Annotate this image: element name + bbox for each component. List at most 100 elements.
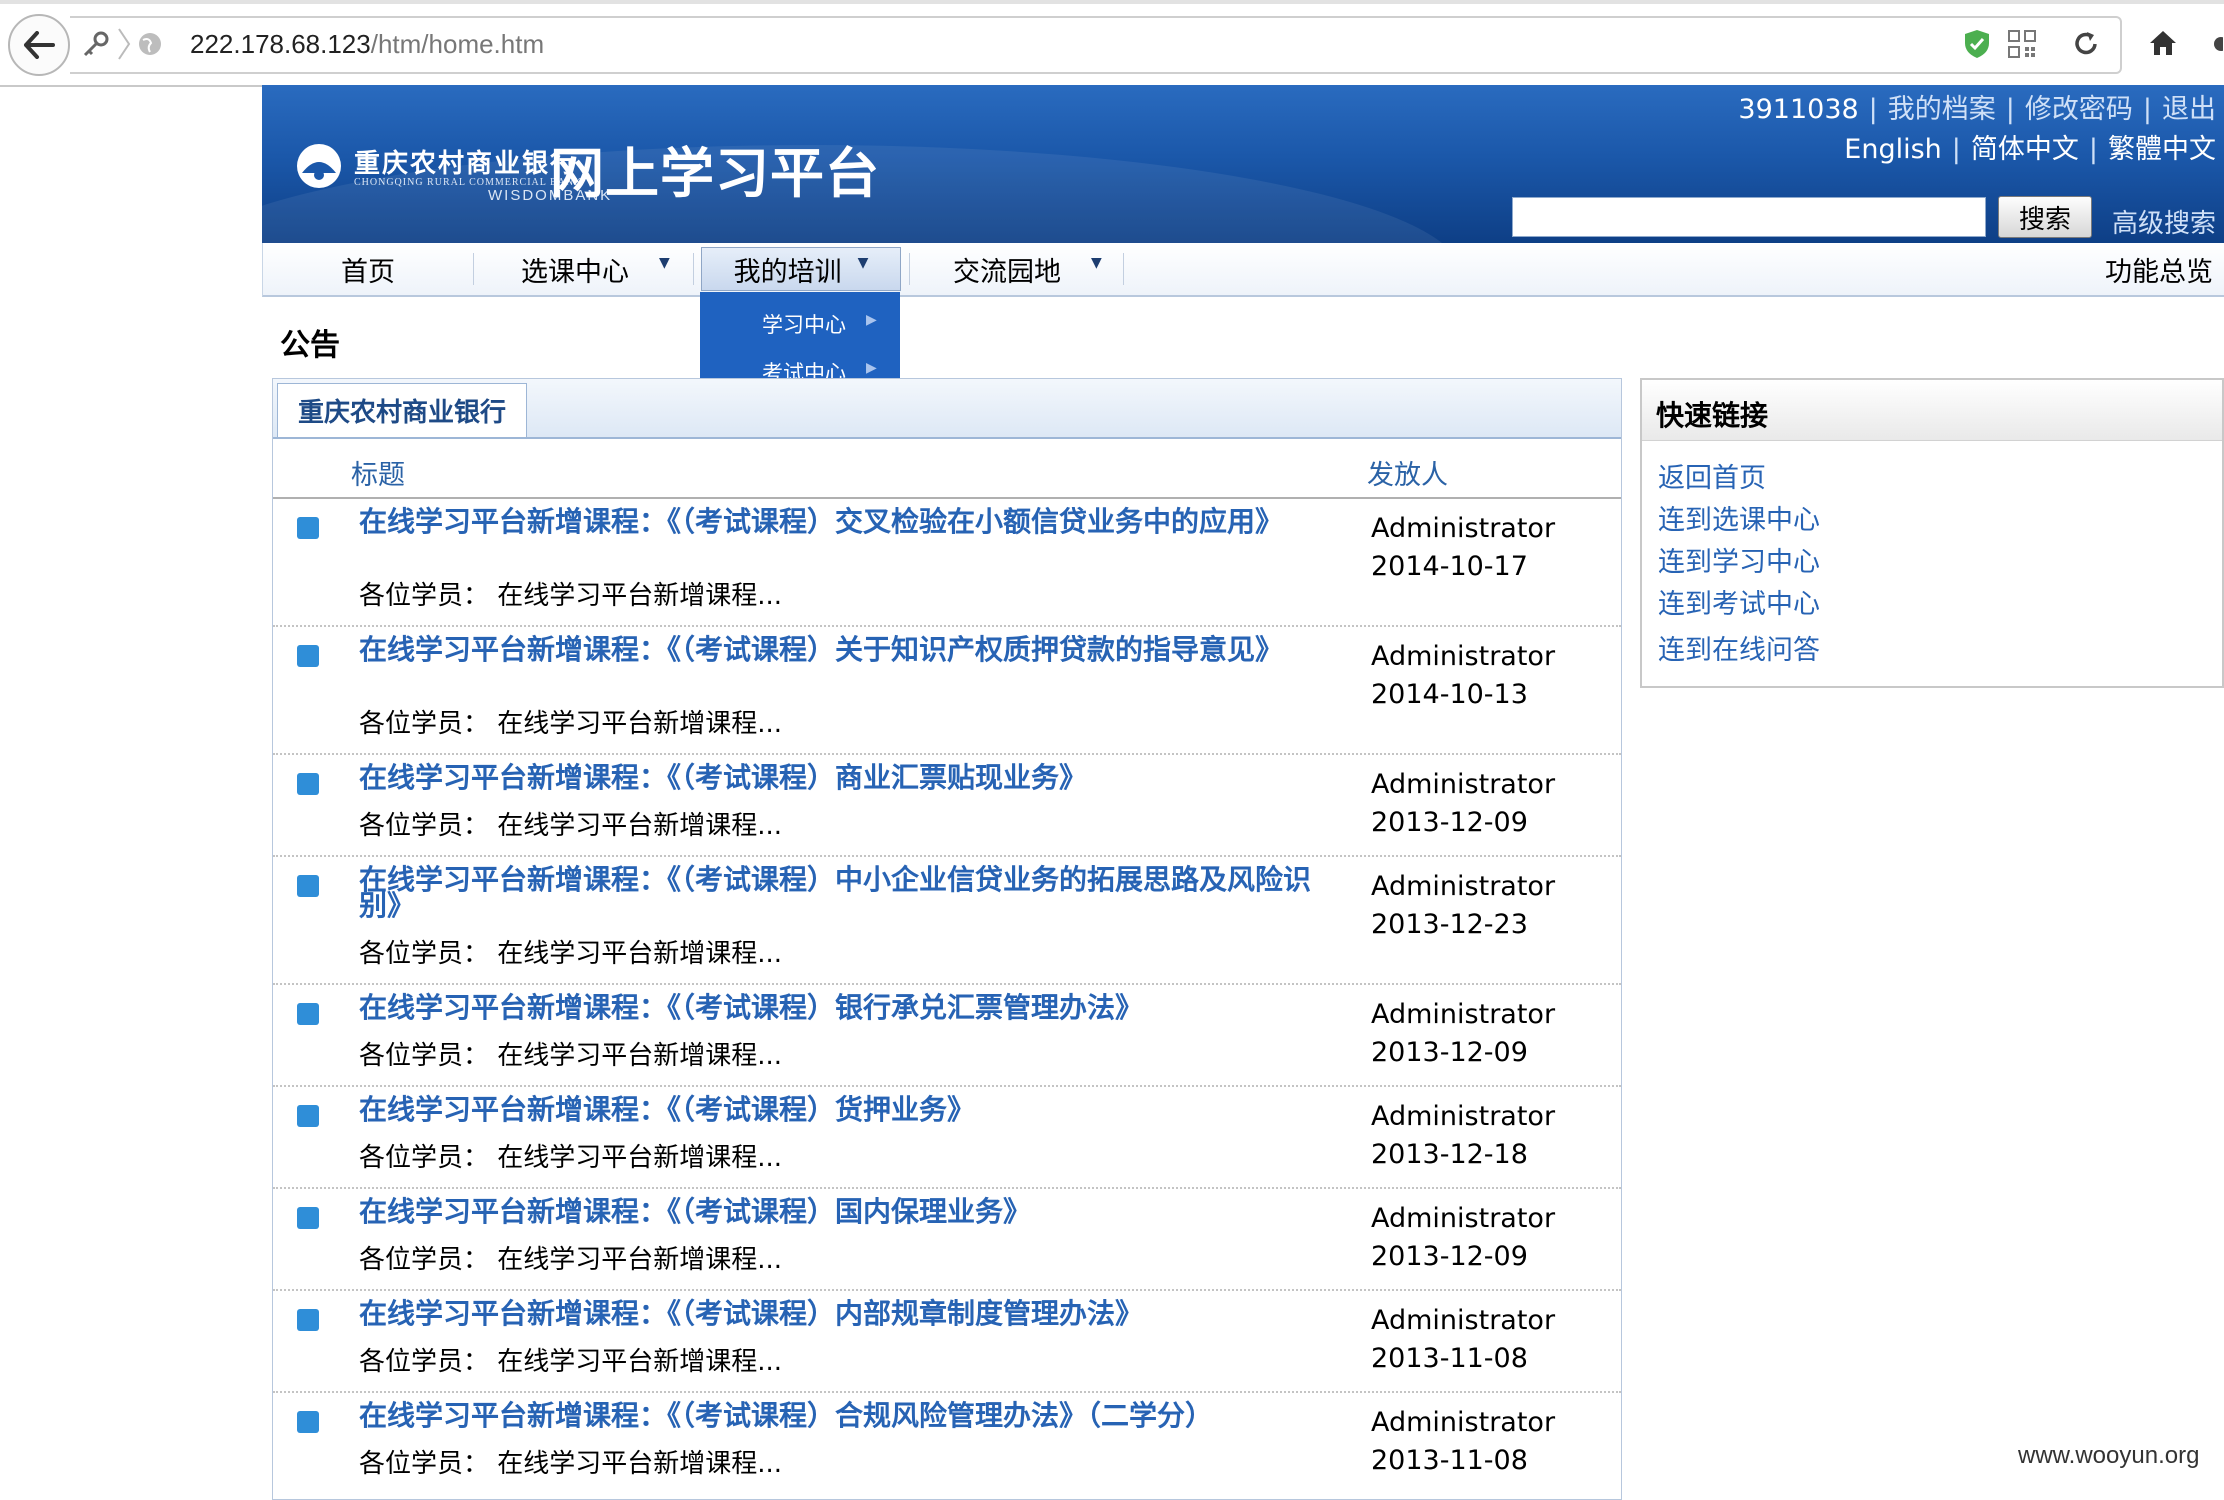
nav-community[interactable]: 交流园地 ▼ [953,243,1102,295]
advanced-search-link[interactable]: 高级搜索 [2112,203,2216,240]
nav-divider [693,253,694,285]
change-password-link[interactable]: 修改密码 [2025,94,2133,125]
announcement-icon [297,875,319,897]
nav-divider [1123,253,1124,285]
back-arrow-icon [24,31,55,59]
reload-icon[interactable] [2070,28,2102,60]
announcement-summary: 各位学员： 在线学习平台新增课程... [359,939,783,969]
announcement-date: 2013-11-08 [1371,1343,1528,1374]
announcement-icon [297,517,319,539]
announcement-sender: Administrator [1371,1203,1556,1234]
bank-logo-icon [297,144,341,188]
announcement-icon [297,645,319,667]
qr-code-icon[interactable] [2006,28,2038,60]
announcement-icon [297,1105,319,1127]
column-header-title[interactable]: 标题 [351,453,405,492]
announcement-title[interactable]: 在线学习平台新增课程：《（考试课程）银行承兑汇票管理办法》 [359,994,1319,1022]
lang-traditional-link[interactable]: 繁體中文 [2108,134,2216,165]
logout-link[interactable]: 退出 [2162,94,2216,125]
announcement-date: 2013-12-23 [1371,909,1528,940]
nav-home[interactable]: 首页 [341,243,395,295]
nav-my-training[interactable]: 我的培训 ▼ [701,247,901,291]
announcement-summary: 各位学员： 在线学习平台新增课程... [359,1245,783,1275]
announcement-sender: Administrator [1371,999,1556,1030]
announcement-sender: Administrator [1371,769,1556,800]
announcement-sender: Administrator [1371,513,1556,544]
search-button[interactable]: 搜索 [1998,196,2092,238]
announcement-table-header: 标题 发放人 [273,441,1621,499]
tab-strip-edge [0,0,2224,4]
quick-link-exam-center[interactable]: 连到考试中心 [1658,582,1820,621]
announcement-title[interactable]: 在线学习平台新增课程：《（考试课程）内部规章制度管理办法》 [359,1300,1319,1328]
nav-feature-overview[interactable]: 功能总览 [2105,243,2213,295]
user-links: 3911038 | 我的档案 | 修改密码 | 退出 [1738,94,2216,125]
announcement-date: 2013-12-09 [1371,1241,1528,1272]
quick-links-panel: 快速链接 返回首页 连到选课中心 连到学习中心 连到考试中心 连到在线问答 [1640,378,2224,688]
announcement-icon [297,1207,319,1229]
bank-name: 重庆农村商业银行 [354,149,579,179]
chevron-right-icon [116,26,132,62]
announcement-title[interactable]: 在线学习平台新增课程：《（考试课程）中小企业信贷业务的拓展思路及风险识别》 [359,866,1319,920]
announcement-title[interactable]: 在线学习平台新增课程：《（考试课程）国内保理业务》 [359,1198,1319,1226]
announcement-sender: Administrator [1371,871,1556,902]
watermark: www.wooyun.org [2018,1442,2200,1469]
announcement-summary: 各位学员： 在线学习平台新增课程... [359,1347,783,1377]
announcement-title[interactable]: 在线学习平台新增课程：《（考试课程）合规风险管理办法》（二学分） [359,1402,1319,1430]
dropdown-caret-icon: ▼ [1091,255,1102,271]
announcement-tabbar: 重庆农村商业银行 [273,379,1621,439]
lang-english-link[interactable]: English [1844,134,1942,165]
announcement-title[interactable]: 在线学习平台新增课程：《（考试课程）交叉检验在小额信贷业务中的应用》 [359,508,1319,536]
announcement-icon [297,1003,319,1025]
announcement-date: 2013-12-18 [1371,1139,1528,1170]
quick-link-home[interactable]: 返回首页 [1658,456,1766,495]
chevron-right-icon: ▶ [866,312,877,328]
language-switcher: English | 简体中文 | 繁體中文 [1844,134,2216,165]
nav-divider [473,253,474,285]
table-row: 在线学习平台新增课程：《（考试课程）关于知识产权质押贷款的指导意见》 各位学员：… [273,627,1621,755]
main-nav: 首页 选课中心 ▼ 我的培训 ▼ 交流园地 ▼ 功能总览 [262,243,2224,297]
announcement-panel: 重庆农村商业银行 标题 发放人 在线学习平台新增课程：《（考试课程）交叉检验在小… [272,378,1622,1500]
table-row: 在线学习平台新增课程：《（考试课程）货押业务》 各位学员： 在线学习平台新增课程… [273,1087,1621,1189]
table-row: 在线学习平台新增课程：《（考试课程）国内保理业务》 各位学员： 在线学习平台新增… [273,1189,1621,1291]
announcement-title[interactable]: 在线学习平台新增课程：《（考试课程）商业汇票贴现业务》 [359,764,1319,792]
quick-link-course-center[interactable]: 连到选课中心 [1658,498,1820,537]
table-row: 在线学习平台新增课程：《（考试课程）合规风险管理办法》（二学分） 各位学员： 在… [273,1393,1621,1493]
announcement-icon [297,773,319,795]
announcement-summary: 各位学员： 在线学习平台新增课程... [359,1449,783,1479]
nav-feature-overview-label: 功能总览 [2105,256,2213,288]
home-icon[interactable] [2146,26,2180,60]
back-button[interactable] [8,14,70,76]
site-header: 重庆农村商业银行 CHONGQING RURAL COMMERCIAL BANK… [262,85,2224,243]
extension-icon[interactable] [2206,30,2224,58]
quick-link-study-center[interactable]: 连到学习中心 [1658,540,1820,579]
nav-my-training-label: 我的培训 [733,256,842,288]
tab-bank[interactable]: 重庆农村商业银行 [277,383,527,437]
chevron-right-icon: ▶ [866,360,877,376]
shield-icon[interactable] [1962,28,1992,60]
announcement-date: 2014-10-13 [1371,679,1528,710]
my-profile-link[interactable]: 我的档案 [1888,94,1996,125]
announcement-summary: 各位学员： 在线学习平台新增课程... [359,709,783,739]
globe-icon[interactable] [136,30,164,58]
announcement-summary: 各位学员： 在线学习平台新增课程... [359,1143,783,1173]
dropdown-item-study-center[interactable]: 学习中心 [762,309,846,339]
announcement-title[interactable]: 在线学习平台新增课程：《（考试课程）货押业务》 [359,1096,1319,1124]
table-row: 在线学习平台新增课程：《（考试课程）内部规章制度管理办法》 各位学员： 在线学习… [273,1291,1621,1393]
quick-link-online-qa[interactable]: 连到在线问答 [1658,628,1820,667]
key-icon[interactable] [80,28,112,60]
nav-divider [909,253,910,285]
user-id: 3911038 [1738,94,1859,125]
announcement-date: 2014-10-17 [1371,551,1528,582]
lang-simplified-link[interactable]: 简体中文 [1971,134,2079,165]
announcement-summary: 各位学员： 在线学习平台新增课程... [359,1041,783,1071]
announcement-date: 2013-12-09 [1371,807,1528,838]
platform-title: 网上学习平台 [550,141,880,205]
nav-course-center[interactable]: 选课中心 ▼ [521,243,670,295]
quick-links-title: 快速链接 [1656,399,1769,432]
column-header-sender[interactable]: 发放人 [1367,453,1448,492]
announcement-title[interactable]: 在线学习平台新增课程：《（考试课程）关于知识产权质押贷款的指导意见》 [359,636,1319,664]
dropdown-caret-icon: ▼ [659,255,670,271]
url-text[interactable]: 222.178.68.123/htm/home.htm [190,29,544,60]
search-input[interactable] [1512,197,1986,237]
browser-toolbar: 222.178.68.123/htm/home.htm [0,0,2224,87]
